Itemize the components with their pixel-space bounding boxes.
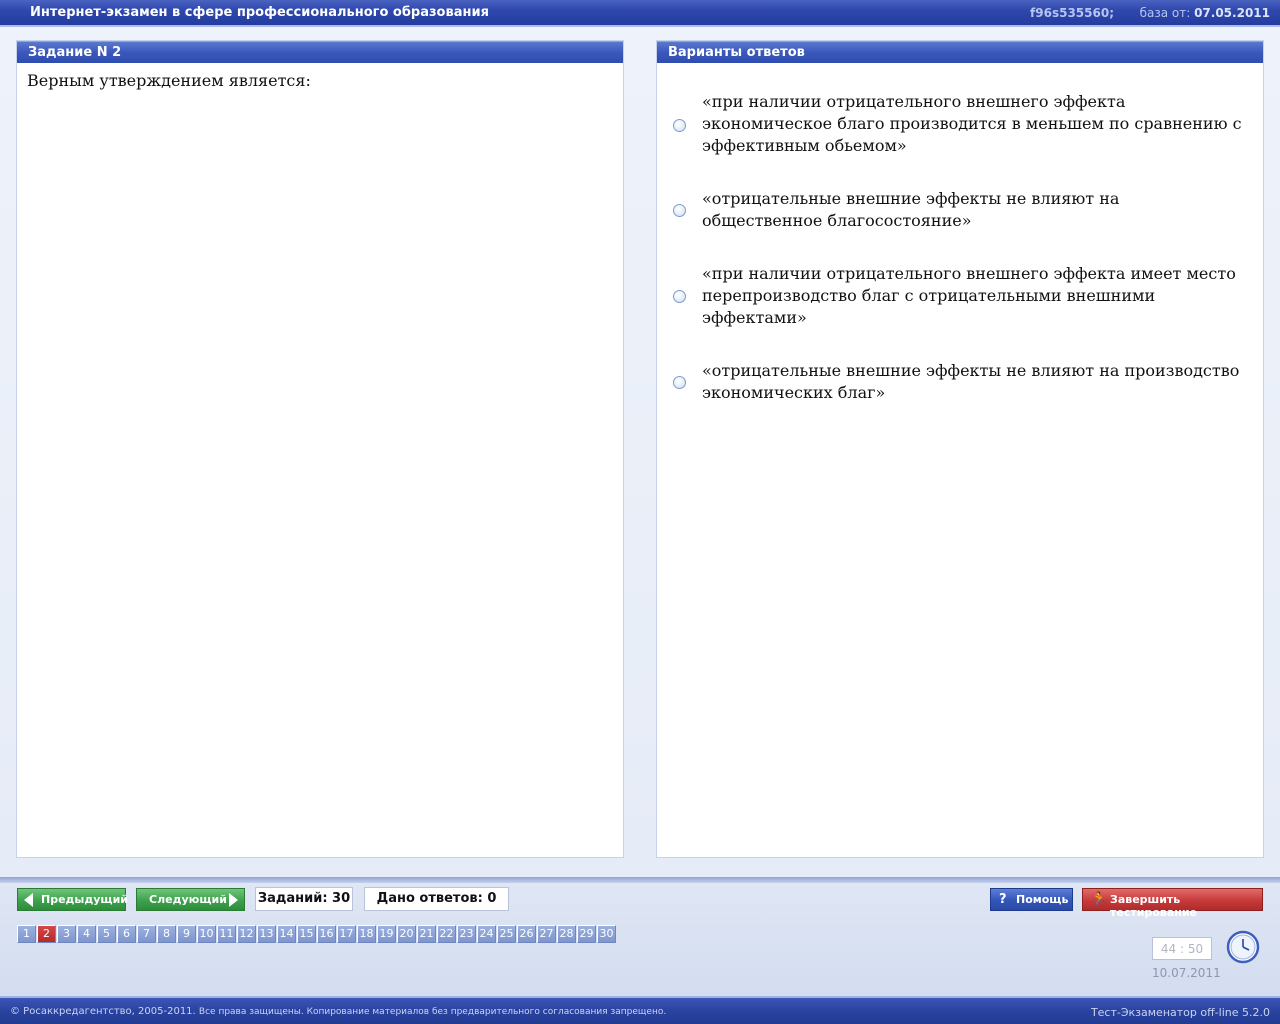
- page-button-6[interactable]: 6: [117, 925, 136, 943]
- title-bar: Интернет-экзамен в сфере профессионально…: [0, 0, 1280, 27]
- page-button-2[interactable]: 2: [37, 925, 56, 943]
- page-button-21[interactable]: 21: [417, 925, 436, 943]
- arrow-right-icon: [229, 893, 238, 907]
- next-button[interactable]: Следующий: [136, 888, 245, 911]
- page-button-15[interactable]: 15: [297, 925, 316, 943]
- finish-button[interactable]: 🏃 Завершить тестирование: [1082, 888, 1263, 919]
- answer-radio-2[interactable]: [673, 204, 686, 217]
- page-button-5[interactable]: 5: [97, 925, 116, 943]
- copyright-text: © Росаккредагентство, 2005-2011.: [10, 1006, 196, 1017]
- question-text: Верным утверждением является:: [27, 71, 311, 90]
- page-button-19[interactable]: 19: [377, 925, 396, 943]
- question-mark-icon: ?: [999, 892, 1007, 907]
- page-button-30[interactable]: 30: [597, 925, 616, 943]
- page-button-23[interactable]: 23: [457, 925, 476, 943]
- question-panel-title: Задание N 2: [17, 41, 623, 63]
- page-button-3[interactable]: 3: [57, 925, 76, 943]
- help-button-label: Помощь: [1016, 893, 1069, 906]
- help-button[interactable]: ? Помощь: [990, 888, 1073, 911]
- answer-radio-3[interactable]: [673, 290, 686, 303]
- question-panel: Задание N 2 Верным утверждением является…: [17, 41, 623, 857]
- timer-display: 44 : 50: [1152, 937, 1212, 960]
- rights-text: Все права защищены. Копирование материал…: [198, 1007, 667, 1017]
- session-code: f96s535560;: [1030, 6, 1114, 20]
- answer-text-2[interactable]: «отрицательные внешние эффекты не влияют…: [702, 188, 1242, 232]
- prev-button[interactable]: Предыдущий: [17, 888, 129, 911]
- page-button-4[interactable]: 4: [77, 925, 96, 943]
- footer: © Росаккредагентство, 2005-2011. Все пра…: [0, 996, 1280, 1024]
- finish-button-label: Завершить тестирование: [1110, 893, 1198, 919]
- page-button-27[interactable]: 27: [537, 925, 556, 943]
- page-button-11[interactable]: 11: [217, 925, 236, 943]
- prev-button-label: Предыдущий: [41, 893, 129, 906]
- page-button-20[interactable]: 20: [397, 925, 416, 943]
- page-button-17[interactable]: 17: [337, 925, 356, 943]
- page-button-1[interactable]: 1: [17, 925, 36, 943]
- page-button-14[interactable]: 14: [277, 925, 296, 943]
- app-title: Интернет-экзамен в сфере профессионально…: [30, 5, 489, 20]
- page-button-18[interactable]: 18: [357, 925, 376, 943]
- version: Тест-Экзаменатор off-line 5.2.0: [1090, 1006, 1270, 1019]
- page-button-10[interactable]: 10: [197, 925, 216, 943]
- arrow-left-icon: [24, 893, 33, 907]
- base-label: база от:: [1139, 6, 1191, 20]
- answers-panel-title: Варианты ответов: [657, 41, 1263, 63]
- answer-text-3[interactable]: «при наличии отрицательного внешнего эфф…: [702, 263, 1242, 329]
- next-button-label: Следующий: [149, 893, 227, 906]
- answered-counter: Дано ответов: 0: [364, 887, 509, 911]
- page-button-12[interactable]: 12: [237, 925, 256, 943]
- page-button-29[interactable]: 29: [577, 925, 596, 943]
- answer-radio-4[interactable]: [673, 376, 686, 389]
- page-button-16[interactable]: 16: [317, 925, 336, 943]
- answer-text-4[interactable]: «отрицательные внешние эффекты не влияют…: [702, 360, 1242, 404]
- clock-icon: [1226, 930, 1260, 964]
- page-button-26[interactable]: 26: [517, 925, 536, 943]
- page-button-13[interactable]: 13: [257, 925, 276, 943]
- page-button-7[interactable]: 7: [137, 925, 156, 943]
- answer-text-1[interactable]: «при наличии отрицательного внешнего эфф…: [702, 91, 1242, 157]
- copyright: © Росаккредагентство, 2005-2011. Все пра…: [10, 1006, 666, 1017]
- running-man-icon: 🏃: [1091, 892, 1108, 907]
- total-tasks-counter: Заданий: 30: [255, 887, 353, 911]
- page-button-22[interactable]: 22: [437, 925, 456, 943]
- page-button-9[interactable]: 9: [177, 925, 196, 943]
- page-button-25[interactable]: 25: [497, 925, 516, 943]
- base-date-value: 07.05.2011: [1194, 6, 1270, 20]
- timer-date: 10.07.2011: [1152, 966, 1221, 980]
- page-button-28[interactable]: 28: [557, 925, 576, 943]
- page-button-8[interactable]: 8: [157, 925, 176, 943]
- base-date: база от: 07.05.2011: [1140, 6, 1270, 20]
- page-button-24[interactable]: 24: [477, 925, 496, 943]
- answers-panel: Варианты ответов «при наличии отрицатель…: [657, 41, 1263, 857]
- answer-radio-1[interactable]: [673, 119, 686, 132]
